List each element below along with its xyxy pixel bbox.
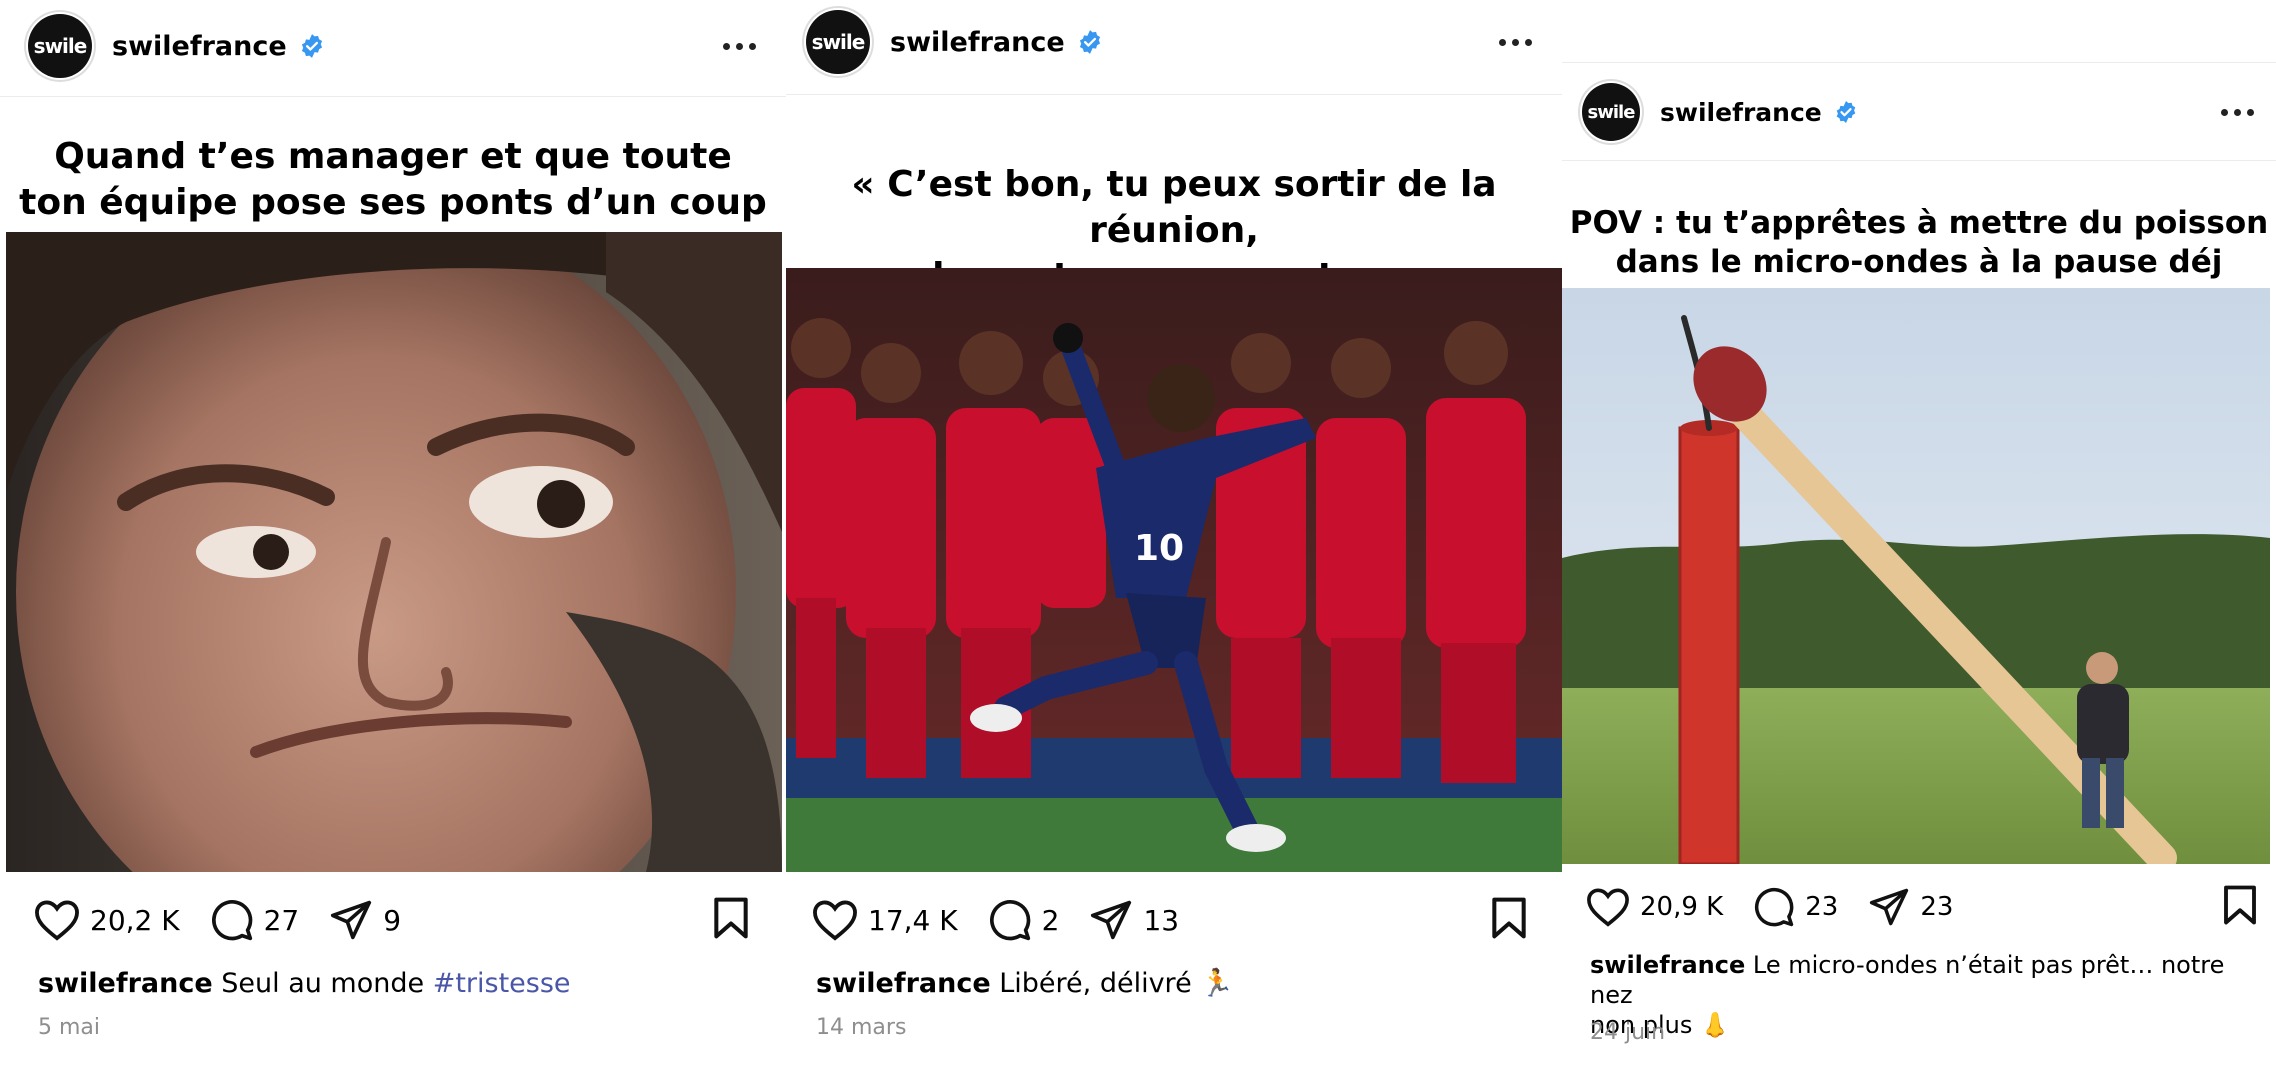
share-count: 9 — [383, 903, 402, 937]
divider — [0, 96, 786, 97]
caption-text: Seul au monde — [221, 968, 425, 999]
comment-icon — [989, 900, 1030, 941]
instagram-posts-collage: swile swilefrance Quand t’es manager et … — [0, 0, 2276, 1072]
heart-icon — [1587, 888, 1629, 927]
more-icon — [1499, 38, 1506, 46]
caption-username[interactable]: swilefrance — [1590, 951, 1745, 979]
bookmark-icon — [714, 897, 748, 938]
more-icon — [723, 42, 730, 50]
like-count: 17,4 K — [868, 903, 958, 937]
like-button[interactable]: 20,9 K — [1586, 887, 1753, 927]
bookmark-button[interactable] — [712, 896, 750, 945]
bookmark-button[interactable] — [2222, 884, 2258, 931]
like-button[interactable]: 17,4 K — [812, 899, 988, 941]
like-count: 20,2 K — [90, 903, 180, 937]
share-icon — [1091, 900, 1132, 940]
post-image-giant-match-firecracker[interactable] — [1562, 288, 2270, 864]
comment-count: 23 — [1805, 892, 1839, 922]
share-button[interactable]: 13 — [1089, 899, 1209, 941]
post-3: swile swilefrance POV : tu t’apprêtes à … — [1562, 0, 2276, 1072]
comment-count: 2 — [1041, 903, 1060, 937]
more-options-button[interactable] — [1491, 31, 1540, 54]
heart-icon — [35, 900, 79, 941]
verified-badge-icon — [301, 34, 322, 58]
post-caption: swilefrance Seul au monde #tristesse — [38, 968, 571, 999]
post-1: swile swilefrance Quand t’es manager et … — [0, 0, 786, 1072]
caption-username[interactable]: swilefrance — [816, 968, 991, 999]
heart-icon — [813, 900, 857, 941]
avatar[interactable]: swile — [28, 14, 92, 78]
post-caption: swilefrance Libéré, délivré 🏃 — [816, 968, 1234, 999]
comment-button[interactable]: 27 — [210, 898, 330, 942]
overlay-title: POV : tu t’apprêtes à mettre du poisson … — [1569, 205, 2269, 280]
share-count: 23 — [1920, 892, 1954, 922]
share-button[interactable]: 9 — [329, 899, 431, 941]
verified-badge-icon — [1079, 30, 1100, 54]
more-options-button[interactable] — [715, 35, 764, 58]
comment-count: 27 — [263, 903, 300, 937]
comment-button[interactable]: 2 — [988, 898, 1090, 942]
post-image-football-players[interactable]: 10 — [786, 268, 1562, 872]
divider — [786, 94, 1562, 95]
like-count: 20,9 K — [1640, 892, 1724, 922]
caption-text: Libéré, délivré 🏃 — [999, 968, 1234, 999]
username[interactable]: swilefrance — [112, 31, 287, 62]
post-header: swile swilefrance — [0, 14, 786, 78]
post-header: swile swilefrance — [786, 10, 1562, 74]
jersey-number: 10 — [1134, 528, 1184, 569]
divider — [1562, 62, 2276, 63]
post-actions: 20,9 K 23 23 — [1562, 882, 2276, 932]
more-icon — [2221, 108, 2228, 116]
avatar[interactable]: swile — [806, 10, 870, 74]
share-icon — [331, 900, 372, 940]
username[interactable]: swilefrance — [890, 27, 1065, 58]
post-image-sad-man[interactable] — [6, 232, 782, 872]
caption-username[interactable]: swilefrance — [38, 968, 213, 999]
share-button[interactable]: 23 — [1868, 887, 1983, 927]
post-2: swile swilefrance « C’est bon, tu peux s… — [786, 0, 1562, 1072]
comment-button[interactable]: 23 — [1753, 886, 1868, 928]
verified-badge-icon — [1836, 101, 1856, 123]
post-actions: 17,4 K 2 13 — [786, 895, 1562, 945]
share-icon — [1870, 888, 1909, 926]
bookmark-icon — [1492, 897, 1526, 938]
overlay-title: Quand t’es manager et que toute ton équi… — [19, 136, 767, 223]
username[interactable]: swilefrance — [1660, 98, 1822, 127]
post-date: 5 mai — [38, 1015, 101, 1040]
hashtag-link[interactable]: #tristesse — [433, 968, 571, 999]
divider — [1562, 160, 2276, 161]
avatar[interactable]: swile — [1582, 83, 1640, 141]
like-button[interactable]: 20,2 K — [34, 899, 210, 941]
comment-icon — [211, 900, 252, 941]
more-options-button[interactable] — [2213, 101, 2262, 124]
bookmark-icon — [2224, 885, 2256, 924]
bookmark-button[interactable] — [1490, 896, 1528, 945]
post-date: 14 mars — [816, 1015, 907, 1040]
post-date: 24 juin — [1590, 1020, 1666, 1045]
comment-icon — [1755, 887, 1794, 927]
post-header: swile swilefrance — [1562, 80, 2276, 144]
post-actions: 20,2 K 27 9 — [0, 895, 786, 945]
share-count: 13 — [1143, 903, 1180, 937]
post-caption: swilefrance Le micro-ondes n’était pas p… — [1590, 950, 2258, 1040]
